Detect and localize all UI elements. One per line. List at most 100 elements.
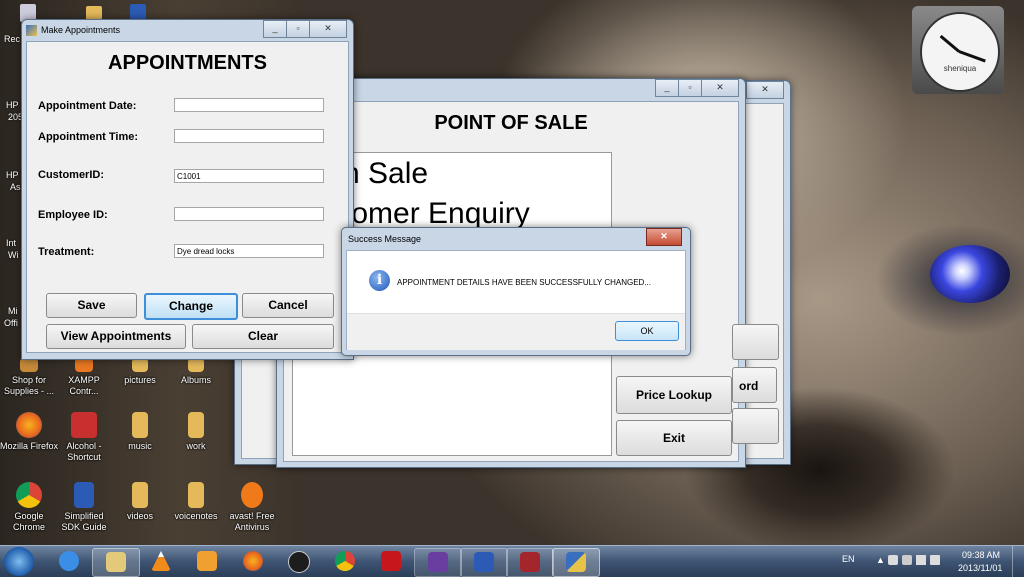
dialog-client-area: i APPOINTMENT DETAILS HAVE BEEN SUCCESSF… <box>346 250 686 350</box>
clock-gadget[interactable]: sheniqua <box>912 6 1004 94</box>
folder-icon <box>132 412 148 438</box>
desktop-icon-voicenotes[interactable]: voicenotes <box>167 482 225 522</box>
avast-icon <box>241 482 263 508</box>
internet-explorer-icon <box>59 551 79 571</box>
icon-label: XAMPP Contr... <box>68 375 100 396</box>
clock-hand-icon <box>958 50 986 63</box>
folder-icon <box>188 482 204 508</box>
desktop-edge-label: Rec <box>4 34 21 44</box>
desktop-icon-sdk-guide[interactable]: Simplified SDK Guide <box>55 482 113 533</box>
visual-studio-icon <box>428 552 448 572</box>
maximize-button[interactable]: ▫ <box>678 79 702 97</box>
taskbar-access[interactable] <box>506 548 554 577</box>
taskbar-hp[interactable] <box>276 548 322 575</box>
desktop-icon-alcohol[interactable]: Alcohol - Shortcut <box>55 412 113 463</box>
partial-button[interactable] <box>732 408 779 444</box>
shop-icon <box>20 358 38 372</box>
desktop-icon-xampp[interactable]: XAMPP Contr... <box>55 358 113 397</box>
taskbar-chrome[interactable] <box>322 548 368 575</box>
show-desktop-button[interactable] <box>1012 546 1024 577</box>
desktop-icon-videos[interactable]: videos <box>111 482 169 522</box>
window-controls: _ ▫ ✕ <box>655 79 739 97</box>
customer-id-field[interactable]: C1001 <box>174 169 324 183</box>
pos-menu-item[interactable]: n Sale <box>343 157 428 191</box>
taskbar-ie[interactable] <box>46 548 92 575</box>
desktop-icon-chrome[interactable]: Google Chrome <box>0 482 58 533</box>
hp-icon <box>288 551 310 573</box>
window-controls: ✕ <box>646 228 682 246</box>
partial-ord-button[interactable]: ord <box>732 367 777 403</box>
treatment-field[interactable]: Dye dread locks <box>174 244 324 258</box>
icon-label: Shop for Supplies - ... <box>3 375 55 396</box>
employee-id-field[interactable] <box>174 207 324 221</box>
close-button[interactable]: ✕ <box>701 79 739 97</box>
folder-icon <box>106 552 126 572</box>
icon-label: Albums <box>180 375 211 385</box>
acrobat-icon <box>381 551 401 571</box>
desktop-icon-work[interactable]: work <box>167 412 225 452</box>
partial-button[interactable] <box>732 324 779 360</box>
change-button[interactable]: Change <box>144 293 238 320</box>
appointment-date-field[interactable] <box>174 98 324 112</box>
icon-label: Simplified SDK Guide <box>61 511 107 532</box>
desktop-edge-label: Offi <box>4 318 18 328</box>
folder-icon <box>188 358 204 372</box>
success-message-dialog[interactable]: Success Message ✕ i APPOINTMENT DETAILS … <box>341 227 691 356</box>
window-title: Make Appointments <box>41 25 121 35</box>
appointment-time-label: Appointment Time: <box>38 131 139 143</box>
clear-button[interactable]: Clear <box>192 324 334 349</box>
icon-label: avast! Free Antivirus <box>229 511 275 532</box>
taskbar-app[interactable] <box>552 548 600 577</box>
folder-icon <box>132 358 148 372</box>
cancel-button[interactable]: Cancel <box>242 293 334 318</box>
clock-time[interactable]: 09:38 AM <box>962 550 1000 560</box>
desktop-icon-shop-supplies[interactable]: Shop for Supplies - ... <box>0 358 58 397</box>
language-indicator[interactable]: EN <box>842 554 855 564</box>
exit-button[interactable]: Exit <box>616 420 732 456</box>
volume-icon[interactable] <box>930 555 940 565</box>
treatment-label: Treatment: <box>38 246 95 258</box>
desktop-icon-music[interactable]: music <box>111 412 169 452</box>
close-button[interactable]: ✕ <box>309 20 347 38</box>
appointments-client-area: APPOINTMENTS Appointment Date: Appointme… <box>26 41 349 353</box>
window-controls: _ ▫ ✕ <box>263 20 347 38</box>
save-button[interactable]: Save <box>46 293 137 318</box>
taskbar-word[interactable] <box>460 548 508 577</box>
minimize-button[interactable]: _ <box>263 20 287 38</box>
taskbar-media[interactable] <box>184 548 230 575</box>
make-appointments-window[interactable]: Make Appointments _ ▫ ✕ APPOINTMENTS App… <box>21 19 354 360</box>
taskbar-visual-studio[interactable] <box>414 548 462 577</box>
desktop-icon-pictures[interactable]: pictures <box>111 358 169 386</box>
taskbar-vlc[interactable] <box>138 548 184 575</box>
desktop-icon-firefox[interactable]: Mozilla Firefox <box>0 412 58 452</box>
dialog-message: APPOINTMENT DETAILS HAVE BEEN SUCCESSFUL… <box>397 278 651 287</box>
taskbar-acrobat[interactable] <box>368 548 414 575</box>
start-button[interactable] <box>4 547 34 576</box>
taskbar-explorer[interactable] <box>92 548 140 577</box>
maximize-button[interactable]: ▫ <box>286 20 310 38</box>
folder-icon[interactable] <box>86 6 102 20</box>
view-appointments-button[interactable]: View Appointments <box>46 324 186 349</box>
minimize-button[interactable]: _ <box>655 79 679 97</box>
wallpaper-blue-eye <box>930 245 1010 303</box>
word-icon <box>474 552 494 572</box>
word-document-icon <box>74 482 94 508</box>
taskbar-firefox[interactable] <box>230 548 276 575</box>
power-icon[interactable] <box>902 555 912 565</box>
close-button[interactable]: ✕ <box>746 81 784 99</box>
desktop-icon-albums[interactable]: Albums <box>167 358 225 386</box>
close-button[interactable]: ✕ <box>646 228 682 246</box>
desktop-icon-avast[interactable]: avast! Free Antivirus <box>223 482 281 533</box>
icon-label: voicenotes <box>174 511 218 521</box>
clock-date[interactable]: 2013/11/01 <box>958 563 1002 573</box>
pos-menu-item[interactable]: tomer Enquiry <box>343 197 530 231</box>
price-lookup-button[interactable]: Price Lookup <box>616 376 732 414</box>
chrome-icon <box>335 551 355 571</box>
firefox-icon <box>243 551 263 571</box>
show-hidden-icons-icon[interactable]: ▲ <box>876 555 885 565</box>
appointment-time-field[interactable] <box>174 129 324 143</box>
network-icon[interactable] <box>916 555 926 565</box>
ok-button[interactable]: OK <box>615 321 679 341</box>
flag-icon[interactable] <box>888 555 898 565</box>
customer-id-label: CustomerID: <box>38 169 105 181</box>
